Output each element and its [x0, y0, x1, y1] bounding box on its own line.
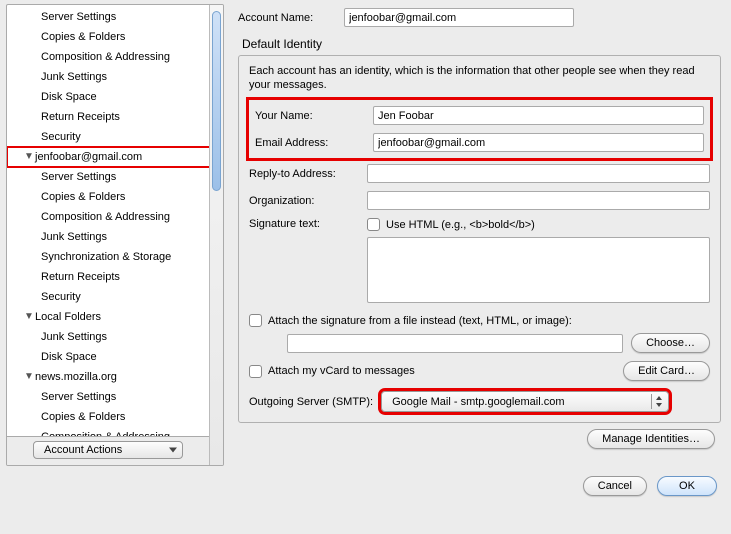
edit-card-button[interactable]: Edit Card…: [623, 361, 710, 381]
tree-child-item[interactable]: Disk Space: [7, 347, 223, 367]
use-html-label: Use HTML (e.g., <b>bold</b>): [386, 219, 535, 231]
org-label: Organization:: [249, 195, 359, 207]
main-panel: Account Name: Default Identity Each acco…: [228, 0, 731, 470]
tree-item-label: Synchronization & Storage: [41, 250, 171, 264]
account-name-label: Account Name:: [238, 12, 344, 24]
tree-item-label: Junk Settings: [41, 330, 107, 344]
section-title: Default Identity: [242, 37, 721, 51]
tree-item-label: Server Settings: [41, 390, 116, 404]
tree-child-item[interactable]: Copies & Folders: [7, 407, 223, 427]
tree-child-item[interactable]: Server Settings: [7, 7, 223, 27]
tree-item-label: news.mozilla.org: [35, 370, 117, 384]
tree-child-item[interactable]: Junk Settings: [7, 67, 223, 87]
tree-item-label: Server Settings: [41, 170, 116, 184]
default-identity-fieldset: Each account has an identity, which is t…: [238, 55, 721, 423]
tree-item-label: Junk Settings: [41, 230, 107, 244]
signature-textarea[interactable]: [367, 237, 710, 303]
tree-item-label: Return Receipts: [41, 270, 120, 284]
sidebar-scrollbar[interactable]: [209, 5, 223, 465]
tree-child-item[interactable]: Junk Settings: [7, 227, 223, 247]
tree-account-item[interactable]: ▼news.mozilla.org: [7, 367, 223, 387]
tree-child-item[interactable]: Security: [7, 287, 223, 307]
your-name-label: Your Name:: [255, 110, 365, 122]
reply-label: Reply-to Address:: [249, 168, 359, 180]
reply-input[interactable]: [367, 164, 710, 183]
tree-item-label: Return Receipts: [41, 110, 120, 124]
smtp-value: Google Mail - smtp.googlemail.com: [392, 396, 564, 408]
tree-item-label: Composition & Addressing: [41, 210, 170, 224]
email-input[interactable]: [373, 133, 704, 152]
tree-child-item[interactable]: Copies & Folders: [7, 27, 223, 47]
account-name-input[interactable]: [344, 8, 574, 27]
tree-child-item[interactable]: Return Receipts: [7, 267, 223, 287]
accounts-tree[interactable]: Server Settings Copies & Folders Compositi…: [7, 5, 223, 466]
smtp-select[interactable]: Google Mail - smtp.googlemail.com: [381, 391, 669, 412]
tree-child-item[interactable]: Composition & Addressing: [7, 47, 223, 67]
tree-item-label: Local Folders: [35, 310, 101, 324]
tree-child-item[interactable]: Junk Settings: [7, 327, 223, 347]
cancel-button[interactable]: Cancel: [583, 476, 647, 496]
tree-item-label: Security: [41, 290, 81, 304]
tree-account-item[interactable]: ▼jenfoobar@gmail.com: [7, 147, 223, 167]
dialog-buttons: Cancel OK: [0, 470, 731, 496]
tree-item-label: Security: [41, 130, 81, 144]
ok-button[interactable]: OK: [657, 476, 717, 496]
tree-child-item[interactable]: Disk Space: [7, 87, 223, 107]
tree-item-label: jenfoobar@gmail.com: [35, 150, 142, 164]
tree-item-label: Copies & Folders: [41, 410, 125, 424]
tree-child-item[interactable]: Server Settings: [7, 167, 223, 187]
choose-button[interactable]: Choose…: [631, 333, 710, 353]
manage-identities-button[interactable]: Manage Identities…: [587, 429, 715, 449]
attach-vcard-checkbox[interactable]: [249, 365, 262, 378]
account-actions-label: Account Actions: [44, 444, 122, 456]
tree-child-item[interactable]: Composition & Addressing: [7, 207, 223, 227]
tree-item-label: Copies & Folders: [41, 190, 125, 204]
expand-down-icon[interactable]: ▼: [23, 370, 35, 384]
expand-down-icon[interactable]: ▼: [23, 310, 35, 324]
tree-child-item[interactable]: Security: [7, 127, 223, 147]
tree-child-item[interactable]: Copies & Folders: [7, 187, 223, 207]
tree-item-label: Disk Space: [41, 90, 97, 104]
accounts-sidebar: Server Settings Copies & Folders Compositi…: [6, 4, 224, 466]
use-html-checkbox[interactable]: [367, 218, 380, 231]
attach-vcard-label: Attach my vCard to messages: [268, 365, 415, 377]
scrollbar-thumb[interactable]: [212, 11, 221, 191]
tree-item-label: Copies & Folders: [41, 30, 125, 44]
attach-sig-checkbox[interactable]: [249, 314, 262, 327]
tree-item-label: Disk Space: [41, 350, 97, 364]
email-label: Email Address:: [255, 137, 365, 149]
tree-item-label: Server Settings: [41, 10, 116, 24]
your-name-input[interactable]: [373, 106, 704, 125]
tree-item-label: Junk Settings: [41, 70, 107, 84]
org-input[interactable]: [367, 191, 710, 210]
tree-item-label: Composition & Addressing: [41, 50, 170, 64]
sig-file-input[interactable]: [287, 334, 623, 353]
stepper-icon: [651, 394, 666, 409]
smtp-label: Outgoing Server (SMTP):: [249, 396, 373, 408]
attach-sig-label: Attach the signature from a file instead…: [268, 315, 572, 327]
tree-child-item[interactable]: Server Settings: [7, 387, 223, 407]
tree-child-item[interactable]: Return Receipts: [7, 107, 223, 127]
tree-child-item[interactable]: Synchronization & Storage: [7, 247, 223, 267]
expand-down-icon[interactable]: ▼: [23, 150, 35, 164]
tree-account-item[interactable]: ▼Local Folders: [7, 307, 223, 327]
identity-hint: Each account has an identity, which is t…: [249, 64, 710, 92]
sig-label: Signature text:: [249, 218, 359, 230]
account-actions-menu[interactable]: Account Actions: [33, 441, 183, 459]
